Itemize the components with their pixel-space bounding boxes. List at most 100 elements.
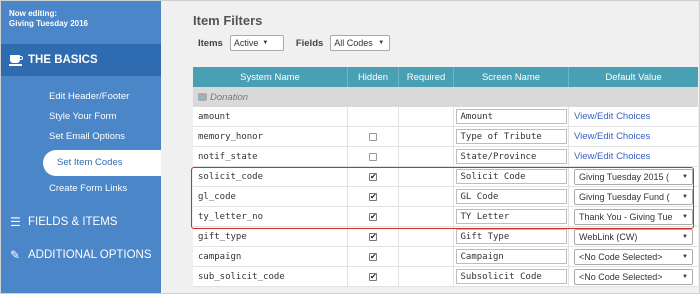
screen-name-cell: Campaign (454, 247, 569, 266)
screen-name-input[interactable]: Subsolicit Code (455, 269, 567, 284)
items-filter-label: Items (198, 37, 223, 49)
required-cell (399, 127, 454, 146)
app-window: Now editing: Giving Tuesday 2016 THE BAS… (0, 0, 700, 294)
view-edit-choices-link[interactable]: View/Edit Choices (574, 131, 650, 142)
screen-name-cell: Solicit Code (454, 167, 569, 186)
sidebar-item-edit-header-footer[interactable]: Edit Header/Footer (1, 87, 161, 107)
system-name-cell: gl_code (193, 187, 348, 206)
default-value-cell: View/Edit Choices (569, 107, 698, 126)
table-row: ty_letter_no ✔ TY Letter Thank You - Giving… (193, 207, 698, 227)
column-header-default-value: Default Value (605, 71, 662, 83)
fields-filter-select[interactable]: All Codes ▼ (330, 35, 391, 51)
hidden-checkbox[interactable]: ✔ (369, 172, 377, 181)
hidden-cell (348, 147, 399, 166)
basics-menu: Edit Header/Footer Style Your Form Set E… (1, 87, 161, 199)
hidden-checkbox[interactable]: ✔ (369, 272, 377, 281)
caret-down-icon: ▼ (378, 40, 385, 46)
screen-name-input[interactable]: Gift Type (455, 229, 567, 244)
section-fields-items[interactable]: ☰ FIELDS & ITEMS (1, 211, 161, 233)
hidden-cell: ✔ (348, 247, 399, 266)
column-header-hidden: Hidden (348, 67, 399, 87)
system-name-cell: campaign (193, 247, 348, 266)
column-header-screen-name: Screen Name (454, 67, 569, 87)
screen-name-input[interactable]: Amount (455, 109, 567, 124)
items-filter-select[interactable]: Active ▼ (229, 35, 284, 51)
default-value-select[interactable]: Giving Tuesday Fund (▼ (574, 188, 693, 205)
hidden-cell (348, 107, 399, 126)
hidden-checkbox[interactable]: ✔ (369, 192, 377, 201)
caret-down-icon: ▼ (682, 273, 688, 280)
screen-name-input[interactable]: TY Letter (455, 209, 567, 224)
section-label: FIELDS & ITEMS (28, 216, 118, 228)
section-label: THE BASICS (28, 54, 98, 66)
table-row: solicit_code ✔ Solicit Code Giving Tuesday … (193, 167, 698, 187)
caret-down-icon: ▼ (682, 253, 688, 260)
default-value-text: <No Code Selected> (579, 271, 663, 282)
view-edit-choices-link[interactable]: View/Edit Choices (574, 151, 650, 162)
screen-name-cell: GL Code (454, 187, 569, 206)
hidden-checkbox[interactable] (369, 132, 377, 141)
screen-name-input[interactable]: Campaign (455, 249, 567, 264)
sidebar-item-style-your-form[interactable]: Style Your Form (1, 107, 161, 127)
sidebar-item-set-email-options[interactable]: Set Email Options (1, 127, 161, 147)
required-cell (399, 187, 454, 206)
hidden-checkbox[interactable] (369, 152, 377, 161)
sidebar-item-set-item-codes[interactable]: Set Item Codes (43, 150, 161, 176)
section-additional-options[interactable]: ✎ ADDITIONAL OPTIONS (1, 244, 161, 266)
group-row-donation: Donation (193, 87, 698, 107)
required-cell (399, 107, 454, 126)
system-name-cell: ty_letter_no (193, 207, 348, 226)
default-value-select[interactable]: Giving Tuesday 2015 (▼ (574, 168, 693, 185)
section-the-basics[interactable]: THE BASICS (1, 44, 161, 76)
required-cell (399, 167, 454, 186)
view-edit-choices-link[interactable]: View/Edit Choices (574, 111, 650, 122)
coffee-cup-icon (9, 55, 23, 66)
default-value-cell: View/Edit Choices (569, 127, 698, 146)
screen-name-cell: Subsolicit Code (454, 267, 569, 286)
required-cell (399, 207, 454, 226)
default-value-cell: WebLink (CW) ▼ (569, 227, 698, 246)
table-row: gift_type ✔ Gift Type WebLink (CW) ▼ (193, 227, 698, 247)
now-editing-label: Now editing: (9, 9, 57, 18)
screen-name-input[interactable]: Type of Tribute (455, 129, 567, 144)
hidden-cell: ✔ (348, 207, 399, 226)
default-value-cell: Thank You - Giving Tue ▼ (569, 207, 698, 226)
table-row: memory_honor Type of Tribute View/Edit Cho… (193, 127, 698, 147)
default-value-text: Thank You - Giving Tue (579, 211, 673, 222)
now-editing: Now editing: Giving Tuesday 2016 (9, 9, 88, 29)
default-value-cell: <No Code Selected> ▼ (569, 267, 698, 286)
list-icon: ☰ (10, 215, 21, 229)
table-row: sub_solicit_code ✔ Subsolicit Code <No Code… (193, 267, 698, 287)
default-value-select[interactable]: WebLink (CW) ▼ (574, 228, 693, 245)
table-body: amount Amount View/Edit Choices memory_hono… (193, 107, 698, 287)
column-header-required: Required (399, 67, 454, 87)
screen-name-cell: Amount (454, 107, 569, 126)
screen-name-input[interactable]: Solicit Code (455, 169, 567, 184)
default-value-text: Giving Tuesday 2015 ( (579, 171, 670, 182)
default-value-select[interactable]: <No Code Selected> ▼ (574, 268, 693, 285)
hidden-checkbox[interactable]: ✔ (369, 212, 377, 221)
form-name: Giving Tuesday 2016 (9, 19, 88, 28)
default-value-cell: <No Code Selected> ▼ (569, 247, 698, 266)
default-value-cell: Giving Tuesday Fund (▼ (569, 187, 698, 206)
system-name-cell: solicit_code (193, 167, 348, 186)
fields-filter-label: Fields (295, 37, 324, 49)
items-filter-value: Active (233, 38, 259, 48)
hidden-checkbox[interactable]: ✔ (369, 252, 377, 261)
folder-icon (198, 93, 207, 101)
caret-down-icon: ▼ (682, 193, 688, 200)
main-panel: Item Filters Items Active ▼ Fields All C… (161, 1, 699, 293)
item-codes-table: System Name Hidden Required Screen Name … (193, 67, 698, 287)
fields-filter-value: All Codes (334, 38, 373, 48)
default-value-select[interactable]: <No Code Selected> ▼ (574, 248, 693, 265)
sidebar-item-create-form-links[interactable]: Create Form Links (1, 179, 161, 199)
screen-name-input[interactable]: GL Code (455, 189, 567, 204)
screen-name-cell: TY Letter (454, 207, 569, 226)
filter-bar: Items Active ▼ Fields All Codes ▼ (198, 35, 391, 51)
default-value-cell: View/Edit Choices (569, 147, 698, 166)
magic-wand-icon: ✎ (10, 248, 21, 262)
default-value-cell: Giving Tuesday 2015 (▼ (569, 167, 698, 186)
hidden-checkbox[interactable]: ✔ (369, 232, 377, 241)
default-value-select[interactable]: Thank You - Giving Tue ▼ (574, 208, 693, 225)
screen-name-input[interactable]: State/Province (455, 149, 567, 164)
